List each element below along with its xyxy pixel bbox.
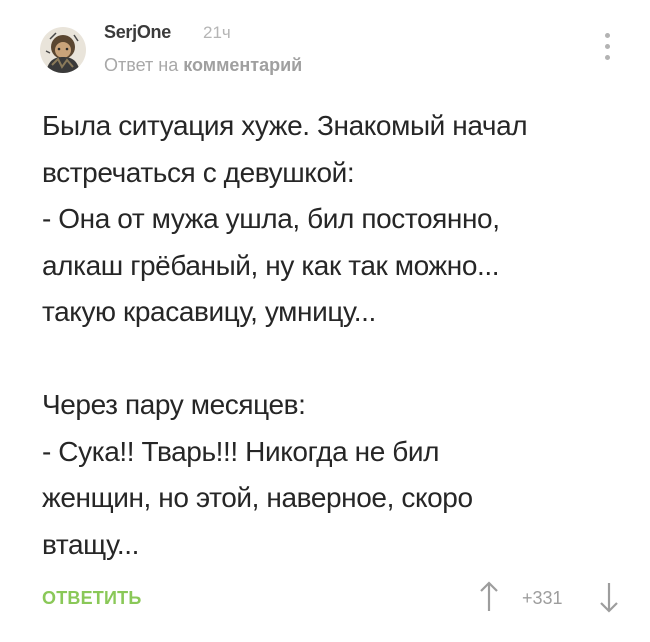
body-line: - Сука!! Тварь!!! Никогда не бил: [42, 435, 440, 467]
reply-context: Ответ на комментарий: [104, 55, 302, 76]
body-line: такую красавицу, умницу...: [42, 296, 376, 327]
reply-prefix: Ответ на: [104, 55, 179, 75]
body-line: встречаться с девушкой:: [42, 156, 355, 188]
arrow-up-icon[interactable]: [478, 580, 500, 614]
comment-time: 21ч: [203, 23, 231, 42]
body-line: алкаш грёбаный, ну как так можно...: [42, 249, 500, 281]
body-line: втащу...: [42, 528, 140, 560]
comment-body: Была ситуация хуже. Знакомый начал встре…: [42, 103, 632, 568]
body-line: Через пару месяцев:: [42, 389, 306, 420]
body-line: Была ситуация хуже. Знакомый начал: [42, 110, 528, 141]
more-vertical-icon[interactable]: [601, 31, 615, 63]
avatar[interactable]: [40, 27, 86, 73]
arrow-down-icon[interactable]: [598, 580, 620, 614]
body-line: - Она от мужа ушла, бил постоянно,: [42, 203, 500, 234]
author-name[interactable]: SerjOne: [104, 22, 171, 43]
rating-value: +331: [522, 588, 563, 608]
body-line: женщин, но этой, наверное, скоро: [42, 482, 473, 513]
avatar-image: [40, 27, 86, 73]
reply-button[interactable]: ОТВЕТИТЬ: [42, 588, 141, 609]
comment-card: SerjOne 21ч Ответ на комментарий Была си…: [0, 0, 650, 642]
parent-comment-link[interactable]: комментарий: [183, 55, 302, 75]
